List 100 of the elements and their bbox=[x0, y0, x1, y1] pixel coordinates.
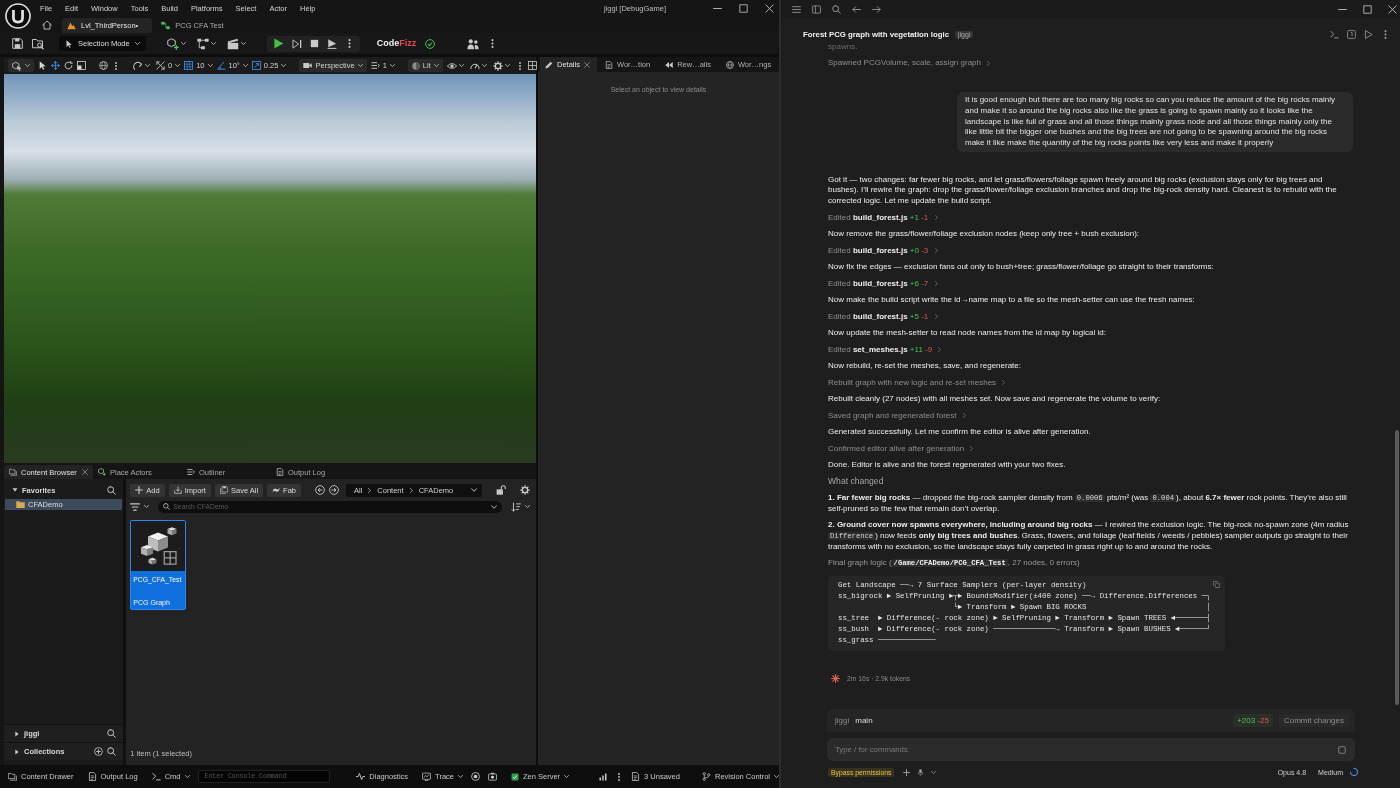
tool-step-toggle[interactable]: Confirmed editor alive after generation bbox=[828, 443, 975, 455]
node-graph-icon[interactable] bbox=[196, 37, 209, 50]
caret-icon[interactable] bbox=[180, 41, 186, 46]
skip-forward-icon[interactable] bbox=[291, 38, 302, 49]
camera-icon bbox=[303, 61, 313, 70]
caret-icon[interactable] bbox=[525, 504, 530, 509]
caret-icon[interactable] bbox=[210, 41, 216, 46]
tool-step-toggle[interactable]: Saved graph and regenerated forest bbox=[828, 410, 967, 422]
caret-icon[interactable] bbox=[458, 63, 464, 68]
scale-icon[interactable] bbox=[77, 61, 86, 70]
chevron-right-icon bbox=[937, 347, 943, 352]
move-icon[interactable] bbox=[51, 61, 60, 70]
add-circle-icon[interactable] bbox=[94, 747, 104, 756]
stop-icon[interactable] bbox=[309, 39, 319, 48]
caret-icon[interactable] bbox=[145, 63, 150, 68]
caret-icon[interactable] bbox=[144, 504, 150, 509]
caret-icon bbox=[25, 63, 30, 68]
message-text: spawns. bbox=[828, 42, 858, 53]
play-icon[interactable] bbox=[1364, 29, 1373, 39]
layout-icon[interactable] bbox=[527, 61, 537, 70]
rewind-icon bbox=[665, 60, 674, 69]
chevron-right-icon bbox=[367, 487, 373, 493]
terminal-icon bbox=[151, 772, 161, 781]
caret-icon[interactable] bbox=[471, 487, 477, 493]
folder-search-icon[interactable] bbox=[32, 37, 44, 50]
more-icon[interactable] bbox=[112, 61, 120, 70]
caret-icon[interactable] bbox=[481, 63, 487, 68]
file-edit-toggle[interactable]: Edited build_forest.js +0 -3 bbox=[828, 245, 939, 257]
file-edit-toggle[interactable]: Edited build_forest.js +5 -1 bbox=[828, 311, 939, 323]
eye-icon[interactable] bbox=[446, 60, 457, 71]
settings-icon[interactable] bbox=[520, 485, 530, 495]
file-edit-toggle[interactable]: Edited build_forest.js +1 -1 bbox=[828, 212, 939, 224]
expander-icon[interactable] bbox=[14, 748, 20, 755]
bar-chart-icon[interactable] bbox=[599, 772, 608, 781]
document-icon bbox=[87, 772, 97, 781]
tool-step-toggle[interactable]: Spawned PCGVolume, scale, assign graph bbox=[828, 58, 992, 70]
asterisk-icon bbox=[831, 674, 840, 684]
clapper-icon[interactable] bbox=[226, 37, 239, 50]
menu-icon[interactable] bbox=[792, 4, 801, 14]
home-icon[interactable] bbox=[42, 20, 52, 30]
play-underline-icon[interactable] bbox=[326, 38, 337, 49]
caret-icon bbox=[389, 63, 395, 68]
sidebar-icon[interactable] bbox=[812, 4, 821, 14]
chevron-right-icon bbox=[969, 445, 975, 451]
terminal-icon[interactable] bbox=[1330, 29, 1339, 39]
globe-icon[interactable] bbox=[99, 61, 108, 70]
rotate-icon[interactable] bbox=[64, 61, 73, 70]
maximize-icon[interactable] bbox=[739, 4, 748, 13]
caret-icon[interactable] bbox=[240, 41, 246, 46]
node-graph-icon bbox=[161, 20, 171, 30]
plus-icon[interactable] bbox=[903, 768, 911, 776]
microphone-icon[interactable] bbox=[917, 768, 925, 776]
chevron-right-icon bbox=[961, 412, 967, 418]
search-icon[interactable] bbox=[107, 485, 117, 495]
logo-icon[interactable] bbox=[5, 3, 31, 29]
people-icon[interactable] bbox=[467, 37, 480, 50]
tool-step-toggle[interactable]: Rebuilt graph with new logic and re-set meshes bbox=[828, 377, 1007, 389]
search-icon[interactable] bbox=[107, 729, 117, 738]
caret-icon bbox=[184, 774, 190, 779]
panel-icon[interactable] bbox=[1347, 29, 1356, 39]
close-icon[interactable] bbox=[583, 61, 590, 68]
search-icon bbox=[163, 503, 171, 510]
caret-icon[interactable] bbox=[491, 503, 497, 510]
scrollbar-thumb[interactable] bbox=[1395, 430, 1399, 705]
save-icon[interactable] bbox=[12, 38, 23, 49]
repo-name: jiggi bbox=[835, 716, 850, 725]
maximize-icon[interactable] bbox=[1363, 4, 1372, 14]
close-icon[interactable] bbox=[765, 4, 774, 13]
transform-mode-dropdown[interactable] bbox=[8, 59, 34, 72]
close-icon[interactable] bbox=[82, 469, 88, 475]
forward-icon[interactable] bbox=[329, 485, 339, 495]
document-icon bbox=[604, 60, 613, 69]
scale-box-icon bbox=[251, 61, 261, 70]
caret-icon[interactable] bbox=[504, 63, 510, 68]
caret-icon bbox=[134, 41, 140, 46]
play-icon[interactable] bbox=[272, 38, 284, 49]
expander-icon[interactable] bbox=[14, 730, 20, 737]
back-arrow-icon[interactable] bbox=[852, 4, 861, 14]
filter-icon[interactable] bbox=[130, 501, 141, 512]
copy-icon[interactable] bbox=[1213, 580, 1220, 588]
close-icon[interactable] bbox=[1388, 4, 1397, 14]
back-icon[interactable] bbox=[315, 485, 325, 495]
cube-plus-icon[interactable] bbox=[166, 37, 179, 50]
camera-icon[interactable] bbox=[488, 772, 497, 781]
settings-icon[interactable] bbox=[492, 60, 503, 71]
expander-icon[interactable] bbox=[12, 487, 18, 493]
unlocked-icon[interactable] bbox=[496, 485, 506, 495]
forward-arrow-icon[interactable] bbox=[872, 4, 881, 14]
record-icon[interactable] bbox=[471, 772, 480, 781]
file-edit-toggle[interactable]: Edited build_forest.js +6 -7 bbox=[828, 278, 939, 290]
branch-name[interactable]: main bbox=[855, 716, 873, 725]
plugin-logo[interactable]: CodeFizz bbox=[376, 38, 417, 49]
cursor-icon[interactable] bbox=[38, 61, 47, 70]
grid-icon bbox=[184, 61, 194, 70]
curved-arrow-icon[interactable] bbox=[133, 60, 143, 71]
caret-icon[interactable] bbox=[931, 769, 937, 775]
sort-icon[interactable] bbox=[511, 501, 521, 512]
file-edit-toggle[interactable]: Edited set_meshes.js +11 -9 bbox=[828, 344, 943, 356]
search-icon[interactable] bbox=[107, 747, 117, 756]
search-icon[interactable] bbox=[832, 4, 841, 14]
